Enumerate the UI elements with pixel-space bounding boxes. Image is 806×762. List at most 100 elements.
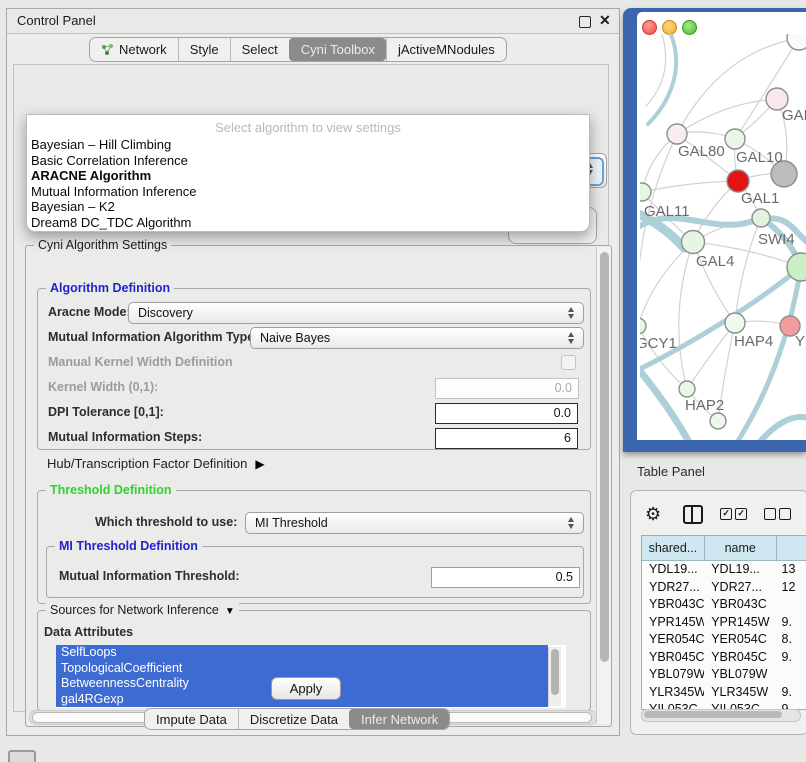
network-edge[interactable] xyxy=(646,34,666,106)
mi-steps-field[interactable]: 6 xyxy=(435,428,578,449)
deselect-all-icon[interactable] xyxy=(764,508,791,520)
collapsed-arrow-icon[interactable]: ▶ xyxy=(255,457,264,471)
dropdown-item-mutual-information-inference[interactable]: Mutual Information Inference xyxy=(31,184,585,200)
network-edge[interactable] xyxy=(758,417,806,440)
table-row[interactable]: YDR27...YDR27...12 xyxy=(642,579,806,597)
tab-impute-data[interactable]: Impute Data xyxy=(145,709,238,729)
tab-cyni-toolbox[interactable]: Cyni Toolbox xyxy=(289,38,386,61)
network-node[interactable] xyxy=(752,209,770,227)
table-row[interactable]: YLR345WYLR345W9. xyxy=(642,684,806,702)
settings-vertical-scrollbar[interactable] xyxy=(596,247,611,724)
dpi-tolerance-field[interactable]: 0.0 xyxy=(435,403,578,424)
tab-jactivemnodules[interactable]: jActiveMNodules xyxy=(386,38,506,61)
gear-icon[interactable]: ⚙ xyxy=(645,504,661,524)
network-node[interactable] xyxy=(640,318,646,334)
dropdown-item-bayesian-hill-climbing[interactable]: Bayesian – Hill Climbing xyxy=(31,137,585,153)
network-canvas[interactable]: GAL GAL80 GAL10 GAL1 GAL11 SWI4 GAL4 HAP4 Y GCY1 H… xyxy=(640,34,806,440)
network-node[interactable] xyxy=(682,231,705,254)
node-label-gal80[interactable]: GAL80 xyxy=(678,143,725,160)
scrollbar-thumb[interactable] xyxy=(600,252,609,662)
network-node[interactable] xyxy=(787,34,806,50)
node-label-gal[interactable]: GAL xyxy=(782,107,806,124)
network-node[interactable] xyxy=(640,183,651,201)
node-label-hap2[interactable]: HAP2 xyxy=(685,397,724,414)
table-cell: YIL053C xyxy=(642,701,704,709)
table-row[interactable]: YBR043CYBR043C xyxy=(642,596,806,614)
attribute-list-scrollbar[interactable] xyxy=(548,647,561,706)
apply-button[interactable]: Apply xyxy=(271,677,341,700)
tab-label: Infer Network xyxy=(361,712,438,727)
column-header-clipped[interactable] xyxy=(777,536,806,560)
node-label-gal1[interactable]: GAL1 xyxy=(741,190,779,207)
table-cell: YDL19... xyxy=(704,561,774,579)
network-node[interactable] xyxy=(727,170,749,192)
network-edge[interactable] xyxy=(677,38,799,134)
mac-minimize-icon[interactable] xyxy=(662,20,677,35)
network-edge[interactable] xyxy=(640,242,693,326)
close-icon[interactable]: ✕ xyxy=(599,12,611,29)
table-horizontal-scrollbar[interactable] xyxy=(641,709,801,722)
network-node[interactable] xyxy=(679,381,695,397)
table-row[interactable]: YBL079WYBL079W xyxy=(642,666,806,684)
minimized-panel-icon[interactable] xyxy=(8,750,36,762)
table-panel-title: Table Panel xyxy=(637,464,705,479)
network-edge[interactable] xyxy=(677,99,777,134)
node-label-gcy1[interactable]: GCY1 xyxy=(640,335,677,352)
network-graph[interactable]: GAL GAL80 GAL10 GAL1 GAL11 SWI4 GAL4 HAP4 Y GCY1 H… xyxy=(640,34,806,440)
node-label-gal4[interactable]: GAL4 xyxy=(696,253,734,270)
float-window-icon[interactable] xyxy=(579,16,591,28)
which-threshold-combo[interactable]: MI Threshold xyxy=(245,512,584,534)
node-label-gal11[interactable]: GAL11 xyxy=(644,203,690,220)
tab-select[interactable]: Select xyxy=(230,38,289,61)
combo-spinner-icon[interactable] xyxy=(567,331,576,345)
table-row[interactable]: YER054CYER054C8. xyxy=(642,631,806,649)
manual-kernel-checkbox[interactable] xyxy=(561,355,576,370)
column-header-name[interactable]: name xyxy=(705,536,777,560)
tab-network[interactable]: Network xyxy=(90,38,178,61)
node-label-hap4[interactable]: HAP4 xyxy=(734,333,773,350)
aracne-mode-combo[interactable]: Discovery xyxy=(128,302,584,324)
network-node[interactable] xyxy=(725,313,745,333)
expanded-arrow-icon[interactable]: ▼ xyxy=(225,606,235,617)
column-header-shared[interactable]: shared... xyxy=(642,536,705,560)
network-edge[interactable] xyxy=(640,364,690,440)
settings-group-title: Cyni Algorithm Settings xyxy=(34,238,171,252)
network-edge[interactable] xyxy=(679,242,693,389)
mac-close-icon[interactable] xyxy=(642,20,657,35)
sources-group-title: Sources for Network Inference▼ xyxy=(46,603,239,617)
mi-threshold-field[interactable]: 0.5 xyxy=(431,567,580,588)
network-node[interactable] xyxy=(725,129,745,149)
node-label-swi4[interactable]: SWI4 xyxy=(758,231,795,248)
dropdown-item-basic-correlation-inference[interactable]: Basic Correlation Inference xyxy=(31,153,585,169)
checked-checkbox-icon: ✓ xyxy=(735,508,747,520)
combo-spinner-icon[interactable] xyxy=(567,516,576,530)
table-row[interactable]: YIL053CYIL053C9. xyxy=(642,701,806,709)
tab-infer-network[interactable]: Infer Network xyxy=(349,709,449,729)
mac-zoom-icon[interactable] xyxy=(682,20,697,35)
scrollbar-thumb[interactable] xyxy=(644,711,782,718)
network-window[interactable]: GAL GAL80 GAL10 GAL1 GAL11 SWI4 GAL4 HAP4 Y GCY1 H… xyxy=(637,12,806,440)
table-row[interactable]: YBR045CYBR045C9. xyxy=(642,649,806,667)
table-row[interactable]: YDL19...YDL19...13 xyxy=(642,561,806,579)
select-all-icon[interactable]: ✓ ✓ xyxy=(720,508,747,520)
mi-algorithm-type-combo[interactable]: Naive Bayes xyxy=(250,327,584,349)
network-node[interactable] xyxy=(710,413,726,429)
scrollbar-thumb[interactable] xyxy=(551,649,559,695)
attribute-item-selfloops[interactable]: SelfLoops xyxy=(56,645,548,661)
tab-discretize-data[interactable]: Discretize Data xyxy=(238,709,349,729)
hub-definition-toggle[interactable]: Hub/Transcription Factor Definition▶ xyxy=(47,456,265,471)
tab-style[interactable]: Style xyxy=(178,38,230,61)
table-cell xyxy=(775,596,806,614)
split-columns-icon[interactable] xyxy=(683,505,703,524)
table-row[interactable]: YPR145WYPR145W9. xyxy=(642,614,806,632)
combo-spinner-icon[interactable] xyxy=(567,306,576,320)
table-cell: YBR043C xyxy=(704,596,774,614)
kernel-width-field[interactable]: 0.0 xyxy=(435,378,579,399)
dropdown-item-bayesian-k2[interactable]: Bayesian – K2 xyxy=(31,199,585,215)
attribute-item-topologicalcoefficient[interactable]: TopologicalCoefficient xyxy=(56,661,548,677)
node-label-gal10[interactable]: GAL10 xyxy=(736,149,783,166)
dropdown-item-aracne-algorithm[interactable]: ARACNE Algorithm xyxy=(31,168,585,184)
node-label-y[interactable]: Y xyxy=(795,333,805,350)
network-node[interactable] xyxy=(667,124,687,144)
dropdown-item-dream8-dc-tdc-algorithm[interactable]: Dream8 DC_TDC Algorithm xyxy=(31,215,585,231)
